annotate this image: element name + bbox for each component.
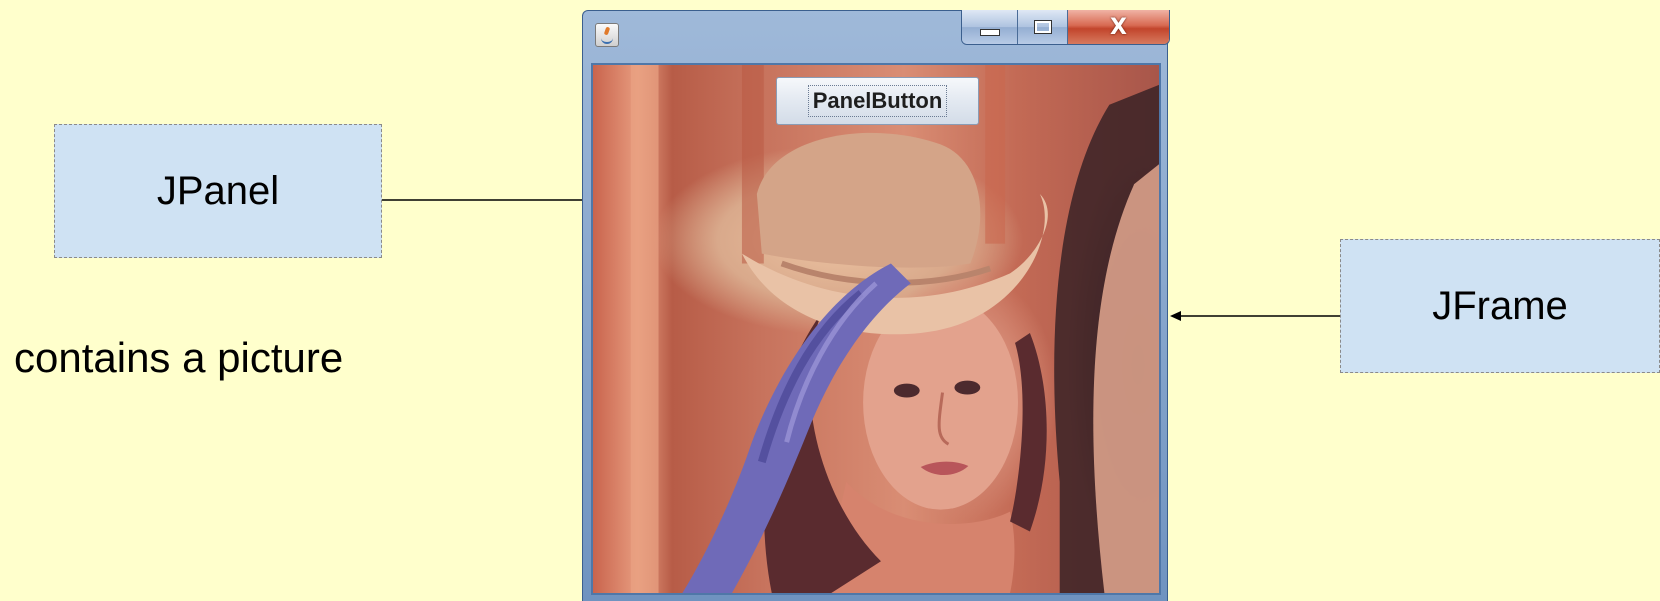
jpanel-callout: JPanel xyxy=(54,124,382,258)
jpanel-content: PanelButton xyxy=(591,63,1161,595)
panel-button-label: PanelButton xyxy=(807,85,948,117)
minimize-icon xyxy=(979,28,1000,36)
java-app-icon[interactable] xyxy=(595,23,619,47)
hat-crown xyxy=(756,132,981,268)
panel-button[interactable]: PanelButton xyxy=(776,77,979,125)
maximize-button[interactable] xyxy=(1018,10,1068,44)
bg-post-right xyxy=(985,65,1006,244)
title-bar[interactable]: X xyxy=(583,10,1170,63)
maximize-icon xyxy=(1033,20,1052,34)
minimize-button[interactable] xyxy=(962,10,1018,44)
jframe-callout: JFrame xyxy=(1340,239,1660,373)
bg-post-left xyxy=(630,65,659,593)
jframe-window: X PanelButton xyxy=(582,10,1170,601)
left-eye xyxy=(893,383,920,398)
close-icon: X xyxy=(1110,14,1127,40)
hair-right xyxy=(1010,332,1047,532)
jframe-callout-label: JFrame xyxy=(1432,283,1568,328)
right-eye xyxy=(954,380,981,395)
portrait-picture xyxy=(630,65,1159,593)
jpanel-callout-label: JPanel xyxy=(156,168,280,213)
window-controls: X xyxy=(961,10,1170,45)
close-button[interactable]: X xyxy=(1068,10,1169,44)
picture-caption: contains a picture xyxy=(14,334,344,381)
jframe-arrowhead xyxy=(1170,311,1181,321)
